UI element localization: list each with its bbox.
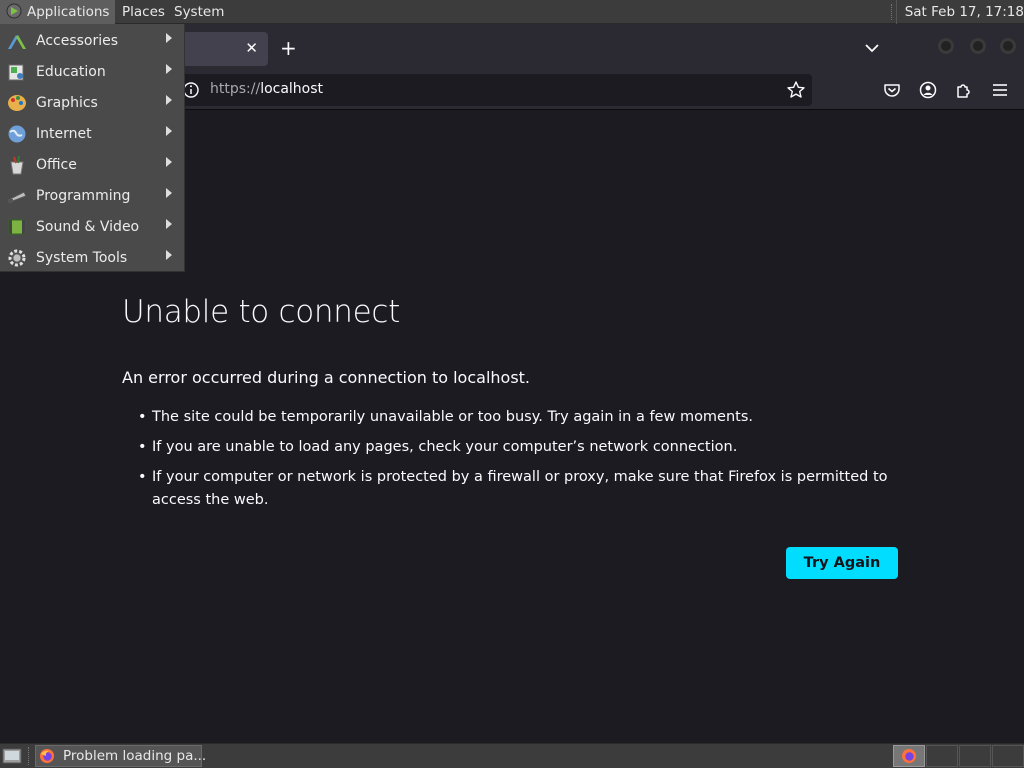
suggestion-item: The site could be temporarily unavailabl… <box>138 406 932 429</box>
menu-item-system-tools[interactable]: System Tools <box>0 242 185 273</box>
maximize-button[interactable] <box>970 38 986 54</box>
menu-item-label: Graphics <box>36 95 98 111</box>
menu-item-graphics[interactable]: Graphics <box>0 87 185 118</box>
menu-item-programming[interactable]: Programming <box>0 180 185 211</box>
firefox-icon <box>40 749 54 763</box>
suggestion-item: If your computer or network is protected… <box>138 466 932 512</box>
menu-item-label: System Tools <box>36 250 128 266</box>
applications-dropdown: Accessories Education Graphics Internet … <box>0 24 185 272</box>
menu-item-office[interactable]: Office <box>0 149 185 180</box>
accessories-icon <box>8 35 26 49</box>
menu-item-internet[interactable]: Internet <box>0 118 185 149</box>
submenu-arrow-icon <box>166 250 172 260</box>
workspace-4[interactable] <box>992 745 1024 767</box>
system-tools-icon <box>8 249 26 267</box>
programming-icon <box>7 191 27 203</box>
top-panel: Applications Places System Sat Feb 17, 1… <box>0 0 1024 24</box>
menu-item-label: Programming <box>36 188 131 204</box>
workspace-2[interactable] <box>926 745 958 767</box>
office-icon <box>10 155 24 175</box>
clock[interactable]: Sat Feb 17, 17:18 <box>890 0 1024 24</box>
system-menu-button[interactable]: System <box>168 0 230 24</box>
menu-item-label: Sound & Video <box>36 219 140 235</box>
url-host: localhost <box>260 81 324 97</box>
submenu-arrow-icon <box>166 126 172 136</box>
url-bar[interactable]: https://localhost <box>150 74 812 106</box>
education-icon <box>8 64 24 81</box>
clock-text: Sat Feb 17, 17:18 <box>904 4 1024 20</box>
try-again-button[interactable]: Try Again <box>786 547 898 579</box>
url-text[interactable]: https://localhost <box>210 81 323 97</box>
workspace-1[interactable] <box>893 745 925 767</box>
submenu-arrow-icon <box>166 64 172 74</box>
sound-video-icon <box>8 219 26 235</box>
menu-item-sound-video[interactable]: Sound & Video <box>0 211 185 242</box>
submenu-arrow-icon <box>166 219 172 229</box>
applications-label: Applications <box>27 4 110 20</box>
panel-handle <box>28 747 32 765</box>
applications-menu-button[interactable]: Applications <box>0 0 116 24</box>
menu-item-label: Accessories <box>36 33 119 49</box>
workspace-3[interactable] <box>959 745 991 767</box>
bookmark-star-icon[interactable] <box>786 80 806 100</box>
internet-icon <box>8 125 26 143</box>
menu-item-label: Office <box>36 157 77 173</box>
extensions-icon[interactable] <box>954 80 974 100</box>
submenu-arrow-icon <box>166 95 172 105</box>
submenu-arrow-icon <box>166 188 172 198</box>
places-menu-button[interactable]: Places <box>116 0 171 24</box>
close-window-button[interactable] <box>1000 38 1016 54</box>
hamburger-menu-icon[interactable] <box>990 80 1010 100</box>
firefox-icon <box>902 749 916 763</box>
taskbar-item-label: Problem loading pa... <box>63 748 207 764</box>
gnome-foot-icon <box>6 3 22 19</box>
account-icon[interactable] <box>918 80 938 100</box>
new-tab-button[interactable]: + <box>280 36 297 60</box>
taskbar-item-firefox[interactable]: Problem loading pa... <box>35 745 206 767</box>
chevron-down-icon[interactable] <box>862 38 882 58</box>
menu-item-accessories[interactable]: Accessories <box>0 25 185 56</box>
minimize-button[interactable] <box>938 38 954 54</box>
url-scheme: https:// <box>210 81 261 97</box>
menu-item-label: Internet <box>36 126 92 142</box>
submenu-arrow-icon <box>166 33 172 43</box>
error-title: Unable to connect <box>122 294 401 330</box>
error-suggestions: The site could be temporarily unavailabl… <box>122 406 932 519</box>
error-description: An error occurred during a connection to… <box>122 368 531 387</box>
menu-item-education[interactable]: Education <box>0 56 185 87</box>
show-desktop-icon[interactable] <box>2 747 22 765</box>
pocket-icon[interactable] <box>882 80 902 100</box>
suggestion-item: If you are unable to load any pages, che… <box>138 436 932 459</box>
bottom-panel: Problem loading pa... <box>0 743 1024 768</box>
graphics-icon <box>8 95 26 111</box>
tab-close-icon[interactable]: ✕ <box>245 39 258 57</box>
submenu-arrow-icon <box>166 157 172 167</box>
panel-handle <box>890 4 895 20</box>
menu-item-label: Education <box>36 64 106 80</box>
